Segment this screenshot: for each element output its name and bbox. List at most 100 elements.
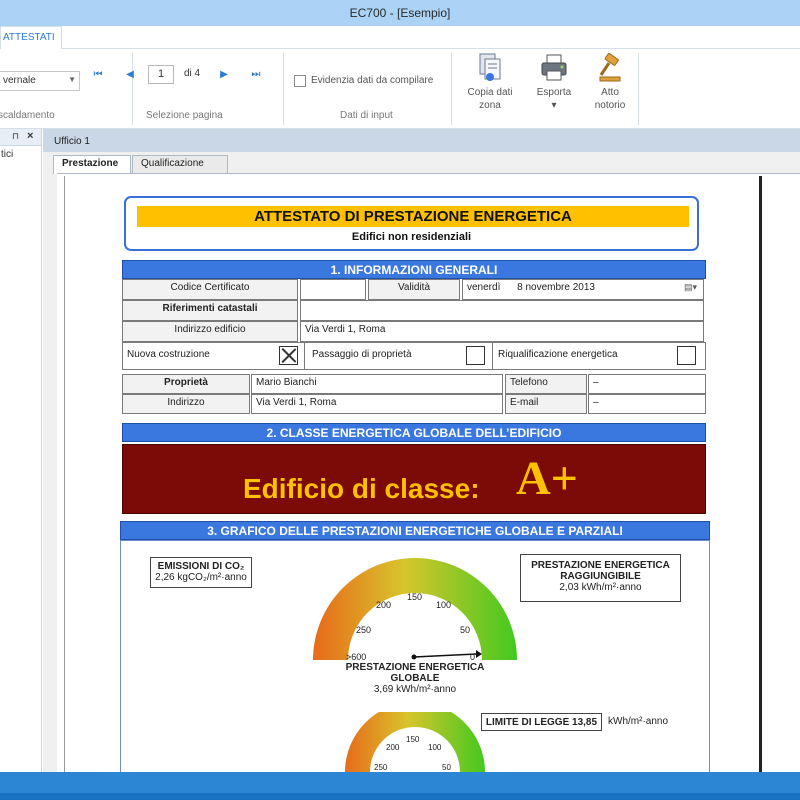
riferimenti-catastali-field[interactable]: [300, 300, 704, 321]
indirizzo-edificio-label: Indirizzo edificio: [122, 321, 298, 342]
nuova-costruzione-label: Nuova costruzione: [127, 349, 210, 360]
left-panel-item[interactable]: tici: [1, 149, 13, 160]
validita-date-field[interactable]: venerdì 8 novembre 2013 ▤▾: [462, 279, 704, 300]
proprieta-field[interactable]: Mario Bianchi: [251, 374, 503, 394]
nuova-costruzione-checkbox[interactable]: [279, 346, 298, 365]
globale-value: 3,69 kWh/m²·anno: [373, 684, 457, 695]
evidenzia-label: Evidenzia dati da compilare: [311, 75, 434, 86]
last-page-icon[interactable]: ⏭: [248, 67, 264, 83]
globale-title-2: GLOBALE: [390, 673, 440, 684]
gauge-arc: [313, 558, 517, 660]
copia-dati-zona-button[interactable]: Copia dati zona: [462, 53, 518, 112]
validita-day: venerdì: [467, 282, 501, 293]
esporta-button[interactable]: Esporta ▾: [532, 53, 576, 112]
left-panel: ⊓ × tici: [0, 129, 42, 772]
page-count: di 4: [184, 68, 201, 79]
gauge1-tick: 0: [470, 652, 475, 662]
copia-line1: Copia dati: [467, 87, 513, 98]
indirizzo-label: Indirizzo: [122, 394, 250, 414]
copia-line2: zona: [479, 100, 501, 111]
document-tab-strip: Ufficio 1: [43, 129, 800, 152]
section-1-header: 1. INFORMAZIONI GENERALI: [122, 260, 706, 279]
gauge-needle-pivot: [411, 654, 417, 660]
printer-icon: [541, 54, 567, 81]
group-separator: [638, 53, 639, 125]
riferimenti-catastali-label: Riferimenti catastali: [122, 300, 298, 321]
globale-caption: PRESTAZIONE ENERGETICA GLOBALE 3,69 kWh/…: [315, 662, 515, 695]
ribbon: vernale ▼ scaldamento ⏮ ◀ 1 di 4 ▶ ⏭ Sel…: [0, 49, 800, 129]
email-field[interactable]: –: [588, 394, 706, 414]
riscaldamento-combo[interactable]: vernale ▼: [0, 71, 80, 91]
gauge-secondary: 250 200 150 100 50: [345, 712, 485, 772]
raggiungibile-box: PRESTAZIONE ENERGETICA RAGGIUNGIBILE 2,0…: [520, 554, 681, 602]
limite-legge-label: LIMITE DI LEGGE 13,85: [485, 717, 598, 728]
certificate-title: ATTESTATO DI PRESTAZIONE ENERGETICA: [137, 206, 689, 227]
riqualificazione-checkbox[interactable]: [677, 346, 696, 365]
emissioni-value: 2,26 kgCO₂/m²·anno: [155, 572, 247, 583]
limite-legge-unit: kWh/m²·anno: [608, 716, 669, 727]
gauge-globale: >600 250 200 150 100 50 0: [313, 558, 517, 662]
group-label-dati-input: Dati di input: [340, 110, 393, 121]
ribbon-tab-strip: ATTESTATI: [0, 26, 800, 49]
atto-line2: notorio: [594, 100, 626, 111]
pin-icon[interactable]: ⊓: [12, 131, 19, 142]
title-bar: EC700 - [Esempio]: [0, 0, 800, 26]
raggiungibile-title-1: PRESTAZIONE ENERGETICA: [531, 560, 670, 571]
evidenzia-checkbox[interactable]: [294, 75, 306, 87]
esporta-line2: ▾: [551, 100, 557, 111]
tab-attestati[interactable]: ATTESTATI: [0, 26, 62, 49]
close-icon[interactable]: ×: [27, 130, 33, 142]
chevron-down-icon: ▼: [68, 75, 76, 84]
esporta-line1: Esporta: [536, 87, 572, 98]
gauge1-tick: 200: [376, 600, 391, 610]
status-bar-bottom: [0, 793, 800, 800]
riqualificazione-label: Riqualificazione energetica: [498, 349, 618, 360]
energy-class-letter: A+: [516, 452, 579, 505]
group-separator: [132, 53, 133, 125]
group-label-riscaldamento: scaldamento: [0, 110, 55, 121]
certificate-header: ATTESTATO DI PRESTAZIONE ENERGETICA Edif…: [124, 196, 699, 251]
telefono-field[interactable]: –: [588, 374, 706, 394]
gauge1-tick: 100: [436, 600, 451, 610]
page-border-right: [759, 176, 762, 776]
gauge2-tick: 200: [386, 743, 400, 752]
first-page-icon[interactable]: ⏮: [90, 67, 106, 83]
group-separator: [451, 53, 452, 125]
section-2-header: 2. CLASSE ENERGETICA GLOBALE DELL’EDIFIC…: [122, 423, 706, 442]
passaggio-proprieta-label: Passaggio di proprietà: [312, 349, 412, 360]
globale-title-1: PRESTAZIONE ENERGETICA: [345, 662, 485, 673]
calendar-icon[interactable]: ▤▾: [684, 282, 697, 293]
gauge-needle: [413, 653, 477, 658]
tab-ufficio-1[interactable]: Ufficio 1: [46, 132, 106, 152]
riscaldamento-combo-value: vernale: [3, 75, 36, 86]
codice-certificato-field[interactable]: [300, 279, 366, 300]
certificate-subtitle: Edifici non residenziali: [351, 231, 472, 243]
gavel-icon: [599, 53, 621, 82]
email-label: E-mail: [505, 394, 587, 414]
limite-legge-box: LIMITE DI LEGGE 13,85: [481, 713, 602, 731]
gauge-needle-tip: [476, 650, 482, 658]
passaggio-proprieta-checkbox[interactable]: [466, 346, 485, 365]
divider: [492, 342, 493, 370]
next-page-icon[interactable]: ▶: [216, 67, 232, 83]
indirizzo-edificio-field[interactable]: Via Verdi 1, Roma: [300, 321, 704, 342]
validita-date: 8 novembre 2013: [517, 282, 595, 293]
gauge2-tick: 150: [406, 735, 420, 744]
page-number-input[interactable]: 1: [148, 65, 174, 84]
indirizzo-field[interactable]: Via Verdi 1, Roma: [251, 394, 503, 414]
tab-prestazione[interactable]: Prestazione: [53, 155, 131, 174]
emissioni-box: EMISSIONI DI CO₂ 2,26 kgCO₂/m²·anno: [150, 557, 252, 588]
group-label-selezione-pagina: Selezione pagina: [146, 110, 223, 121]
previous-page-icon[interactable]: ◀: [122, 67, 138, 83]
raggiungibile-value: 2,03 kWh/m²·anno: [559, 582, 642, 593]
gauge1-tick: >600: [346, 652, 366, 662]
atto-notorio-button[interactable]: Atto notorio: [588, 53, 632, 112]
left-panel-header: ⊓ ×: [0, 129, 41, 146]
gauge1-tick: 50: [460, 625, 470, 635]
gauge1-tick: 150: [407, 592, 422, 602]
tab-qualificazione[interactable]: Qualificazione: [132, 155, 228, 173]
page-border-left: [64, 176, 65, 776]
validita-label: Validità: [368, 279, 460, 300]
gauge1-tick: 250: [356, 625, 371, 635]
section-3-header: 3. GRAFICO DELLE PRESTAZIONI ENERGETICHE…: [120, 521, 710, 540]
